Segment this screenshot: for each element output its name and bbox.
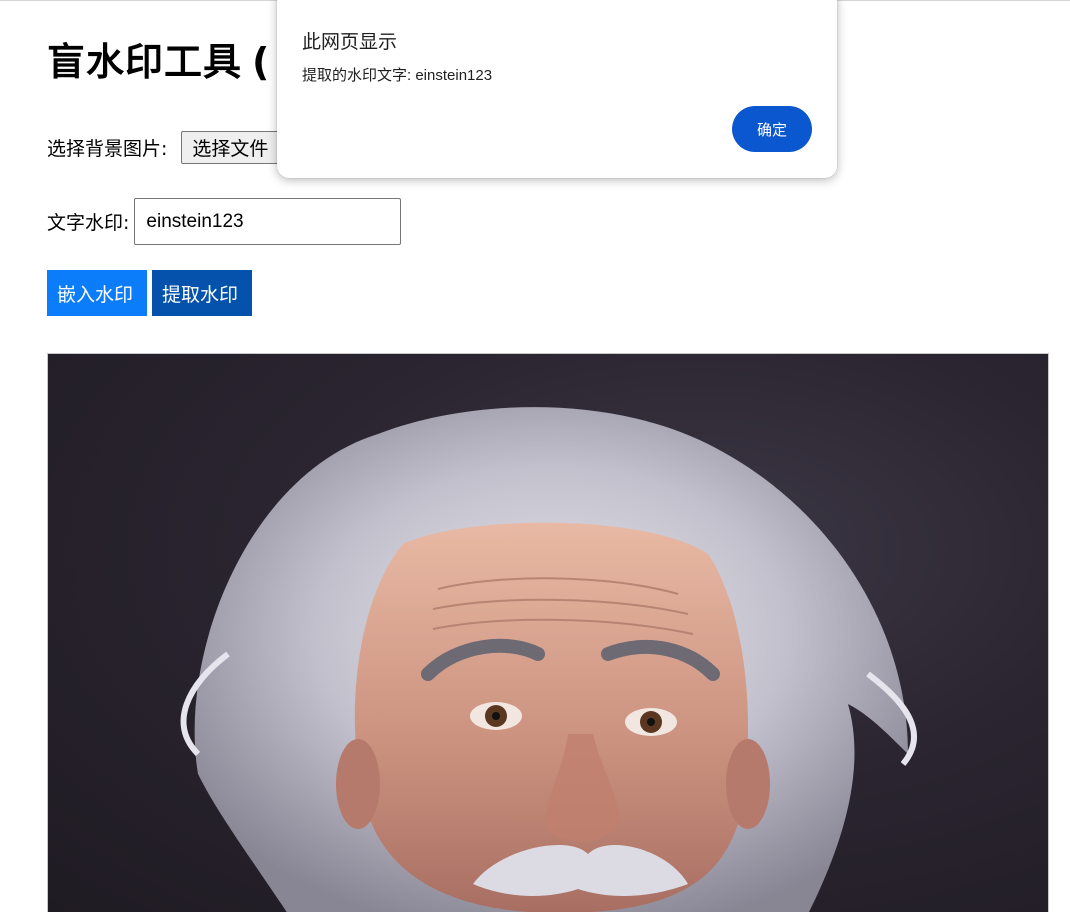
page-title-text: 盲水印工具 (47, 40, 243, 84)
file-label: 选择背景图片: (47, 137, 168, 160)
embed-watermark-button[interactable]: 嵌入水印 (47, 270, 147, 316)
page-title: 盲水印工具( (47, 31, 270, 86)
choose-file-button[interactable]: 选择文件 (181, 130, 280, 164)
dialog-message: 提取的水印文字: einstein123 (302, 67, 493, 84)
dialog-title: 此网页显示 (302, 32, 398, 53)
file-row: 选择背景图片: 选择文件 (47, 129, 280, 165)
portrait-illustration (180, 407, 917, 912)
preview-image (47, 353, 1049, 912)
alert-dialog: 此网页显示 提取的水印文字: einstein123 确定 (277, 0, 837, 178)
text-watermark-input[interactable]: einstein123 (134, 198, 402, 245)
text-watermark-row: 文字水印: einstein123 (47, 198, 402, 245)
text-watermark-label: 文字水印: (47, 212, 130, 234)
extract-watermark-button[interactable]: 提取水印 (152, 270, 252, 316)
page-title-suffix: ( (252, 40, 271, 84)
dialog-ok-button[interactable]: 确定 (732, 106, 812, 152)
action-buttons: 嵌入水印 提取水印 (47, 270, 252, 316)
